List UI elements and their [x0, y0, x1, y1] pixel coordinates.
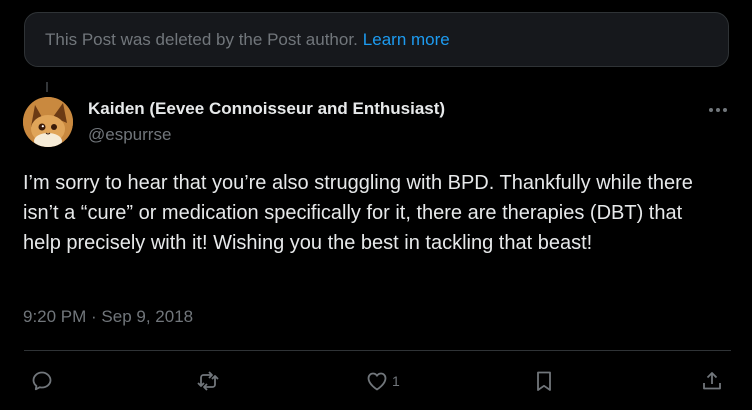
more-options-button[interactable] [704, 100, 732, 120]
thread-connector-line [46, 82, 48, 92]
deleted-post-text: This Post was deleted by the Post author… [45, 29, 358, 49]
author-handle[interactable]: @espurrse [88, 125, 171, 145]
author-name[interactable]: Kaiden (Eevee Connoisseur and Enthusiast… [88, 99, 445, 119]
divider [24, 350, 731, 351]
reply-icon [32, 371, 52, 391]
share-button[interactable] [700, 368, 724, 394]
heart-icon [367, 372, 387, 391]
repost-button[interactable] [196, 368, 220, 394]
like-count: 1 [392, 373, 400, 389]
tweet-text: I’m sorry to hear that you’re also strug… [23, 172, 693, 254]
bookmark-button[interactable] [532, 368, 556, 394]
deleted-post-notice: This Post was deleted by the Post author… [24, 12, 729, 67]
bookmark-icon [537, 371, 551, 391]
more-dots-icon [709, 108, 727, 112]
avatar-eevee-icon [23, 97, 73, 147]
avatar[interactable] [23, 97, 73, 147]
learn-more-link[interactable]: Learn more [363, 30, 450, 50]
like-button[interactable]: 1 [365, 368, 400, 394]
reply-button[interactable] [30, 368, 54, 394]
share-icon [703, 372, 721, 390]
repost-icon [197, 371, 219, 391]
tweet-timestamp[interactable]: 9:20 PM · Sep 9, 2018 [23, 307, 193, 327]
